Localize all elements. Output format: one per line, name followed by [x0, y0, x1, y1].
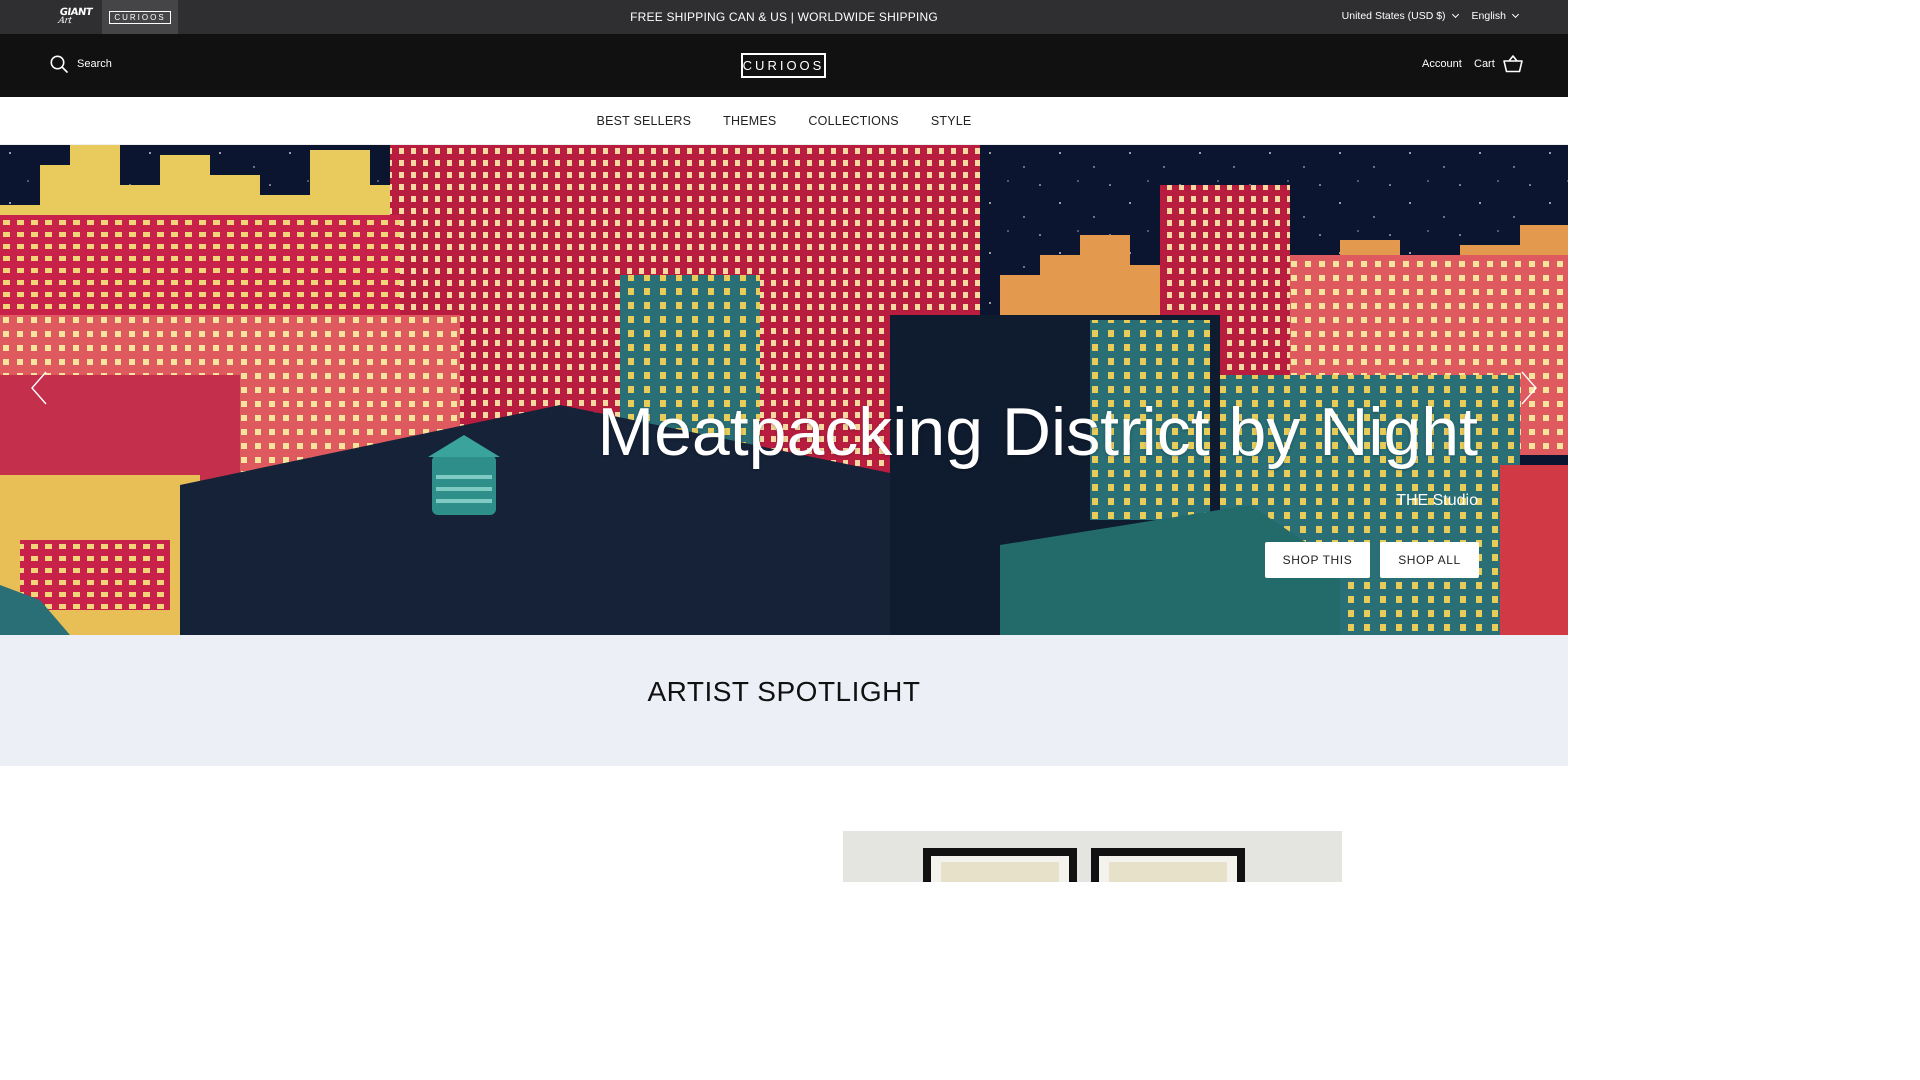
search-icon: [50, 55, 68, 73]
artist-spotlight-section: ARTIST SPOTLIGHT: [0, 635, 1568, 766]
slideshow-next-button[interactable]: [1520, 370, 1538, 406]
curioos-logo[interactable]: CURIOOS: [741, 53, 826, 78]
site-header: Search CURIOOS Account Cart: [0, 34, 1568, 97]
country-label: United States (USD $): [1341, 10, 1446, 22]
announcement-bar: GIANT Art CURIOOS FREE SHIPPING CAN & US…: [0, 0, 1568, 34]
locale-selectors: United States (USD $) English: [1341, 10, 1520, 22]
language-label: English: [1471, 10, 1506, 22]
search-label: Search: [77, 58, 112, 70]
nav-item-style[interactable]: STYLE: [931, 114, 972, 128]
hero-artist-name[interactable]: THE Studio: [1396, 492, 1478, 510]
nav-item-collections[interactable]: COLLECTIONS: [808, 114, 898, 128]
nav-item-themes[interactable]: THEMES: [723, 114, 776, 128]
shop-this-button[interactable]: SHOP THIS: [1265, 542, 1370, 578]
shipping-announcement: FREE SHIPPING CAN & US | WORLDWIDE SHIPP…: [630, 10, 938, 24]
hero-slideshow: Meatpacking District by Night THE Studio…: [0, 145, 1568, 635]
artist-spotlight-heading: ARTIST SPOTLIGHT: [647, 676, 921, 707]
search-button[interactable]: Search: [50, 55, 112, 73]
chevron-down-icon: [1511, 10, 1520, 19]
shop-all-button[interactable]: SHOP ALL: [1380, 542, 1479, 578]
framed-prints-image: [843, 831, 1342, 882]
language-selector[interactable]: English: [1471, 10, 1520, 22]
hero-buttons: SHOP THIS SHOP ALL: [1265, 542, 1479, 578]
account-link[interactable]: Account: [1422, 58, 1462, 70]
cart-label: Cart: [1474, 58, 1495, 70]
country-selector[interactable]: United States (USD $): [1341, 10, 1459, 22]
chevron-down-icon: [1451, 10, 1459, 19]
nav-item-best-sellers[interactable]: BEST SELLERS: [597, 114, 692, 128]
hero-title: Meatpacking District by Night: [597, 394, 1478, 470]
main-navigation: BEST SELLERS THEMES COLLECTIONS STYLE: [0, 97, 1568, 145]
slideshow-prev-button[interactable]: [30, 370, 48, 406]
cart-icon: [1502, 55, 1523, 73]
featured-artwork-image[interactable]: [843, 831, 1342, 882]
chevron-left-icon: [31, 371, 47, 405]
cart-button[interactable]: Cart: [1474, 55, 1523, 73]
chevron-right-icon: [1521, 371, 1537, 405]
